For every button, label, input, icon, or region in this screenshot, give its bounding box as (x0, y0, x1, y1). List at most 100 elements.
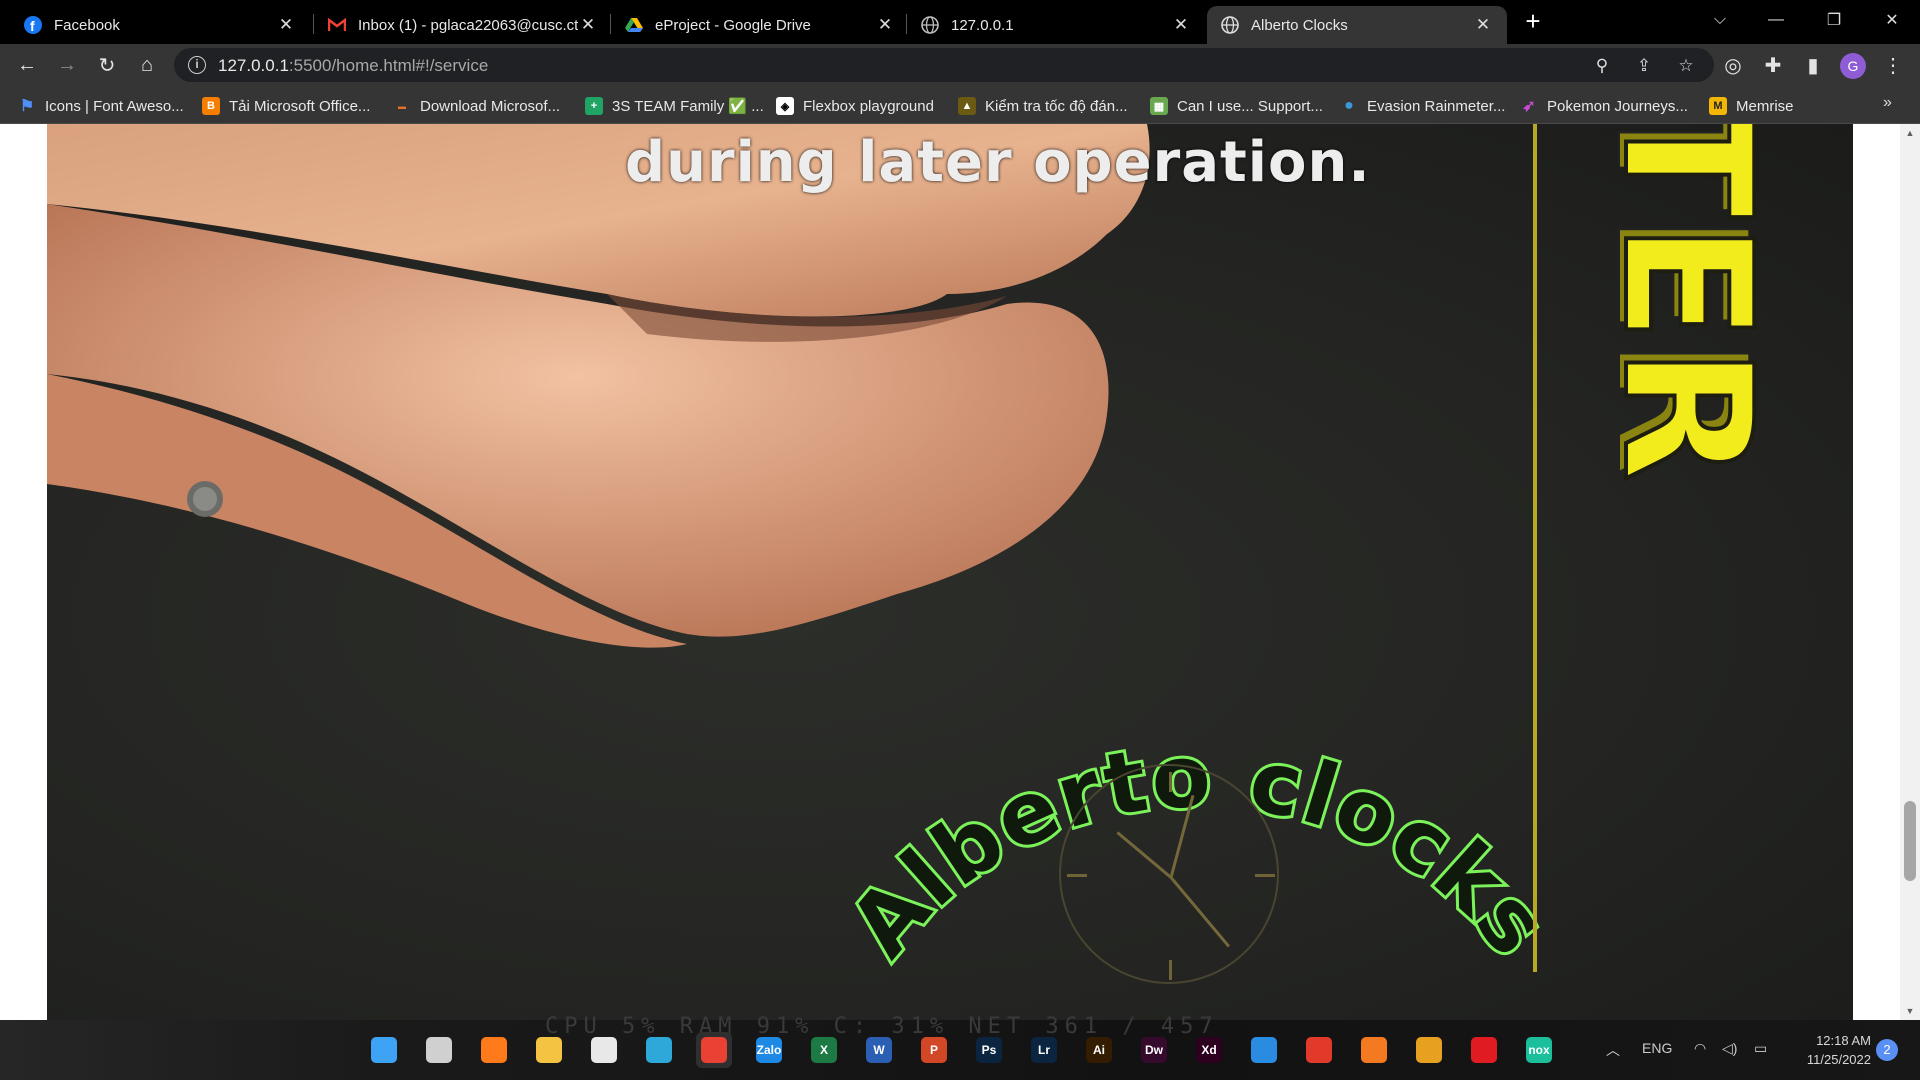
xampp-icon[interactable] (1356, 1032, 1392, 1068)
back-arrow-icon[interactable]: ← (12, 50, 42, 80)
site-info-icon[interactable]: i (188, 56, 206, 74)
bookmark-item[interactable]: ⚑ Icons | Font Aweso... (18, 95, 184, 117)
photoshop-icon[interactable]: Ps (971, 1032, 1007, 1068)
lightroom-icon[interactable]: Lr (1026, 1032, 1062, 1068)
extensions-puzzle-icon[interactable]: ✚ (1758, 50, 1788, 80)
globe-icon (921, 16, 939, 34)
bookmark-label: 3S TEAM Family ✅ ... (612, 98, 764, 115)
task-view-icon[interactable] (421, 1032, 457, 1068)
app-glyph: W (866, 1037, 892, 1063)
bookmark-label: Can I use... Support... (1177, 97, 1323, 115)
clock-time: 12:18 AM (1816, 1033, 1871, 1048)
store-icon[interactable] (586, 1032, 622, 1068)
office-icon[interactable] (1301, 1032, 1337, 1068)
windows-start-icon[interactable] (366, 1032, 402, 1068)
xd-icon[interactable]: Xd (1191, 1032, 1227, 1068)
profile-avatar[interactable]: G (1840, 53, 1866, 79)
bookmark-item[interactable]: +3S TEAM Family ✅ ... (585, 95, 764, 117)
flag-icon: ⚑ (19, 98, 35, 115)
powerpoint-icon[interactable]: P (916, 1032, 952, 1068)
illustrator-icon[interactable]: Ai (1081, 1032, 1117, 1068)
notification-badge[interactable]: 2 (1876, 1039, 1898, 1061)
scroll-up-icon[interactable]: ▲ (1900, 128, 1920, 138)
page-viewport: Alberto clocks during later operation. T… (0, 124, 1920, 1020)
tab-title: Alberto Clocks (1251, 16, 1348, 34)
vertical-title-text: TER (1582, 124, 1791, 488)
bookmarks-overflow-icon[interactable]: » (1883, 94, 1892, 112)
new-tab-button[interactable]: + (1519, 8, 1547, 36)
menu-kebab-icon[interactable]: ⋮ (1878, 50, 1908, 80)
close-icon[interactable]: ✕ (875, 15, 895, 35)
bookmark-star-icon[interactable]: ☆ (1674, 54, 1698, 78)
app-glyph (1471, 1037, 1497, 1063)
filezilla-icon[interactable] (1411, 1032, 1447, 1068)
bookmark-item[interactable]: ▦ Can I use... Support... (1150, 95, 1323, 117)
side-panel-icon[interactable]: ▮ (1798, 50, 1828, 80)
vscode-icon[interactable] (1246, 1032, 1282, 1068)
bookmark-item[interactable]: ▲ Kiểm tra tốc độ đán... (958, 95, 1128, 117)
zalo-icon[interactable]: Zalo (751, 1032, 787, 1068)
page-scrollbar[interactable]: ▲ ▼ (1900, 124, 1920, 1020)
reload-icon[interactable]: ↻ (92, 50, 122, 80)
bookmark-item[interactable]: ➶ Pokemon Journeys... (1520, 95, 1688, 117)
forward-arrow-icon[interactable]: → (52, 50, 82, 80)
bookmark-label: Pokemon Journeys... (1547, 97, 1688, 115)
close-icon[interactable]: ✕ (1473, 15, 1493, 35)
edge-icon[interactable] (641, 1032, 677, 1068)
tab-google-drive[interactable]: eProject - Google Drive ✕ (611, 6, 909, 44)
nox-icon[interactable]: nox (1521, 1032, 1557, 1068)
app-glyph (1306, 1037, 1332, 1063)
excel-icon[interactable]: X (806, 1032, 842, 1068)
chrome-icon[interactable] (696, 1032, 732, 1068)
facebook-icon: f (24, 16, 42, 34)
close-icon[interactable]: ✕ (578, 15, 598, 35)
tab-facebook[interactable]: f Facebook ✕ (10, 6, 310, 44)
bookmarks-bar: ⚑ Icons | Font Aweso... B Tải Microsoft Of… (0, 86, 1920, 124)
app-glyph: Zalo (756, 1037, 782, 1063)
site-icon: ▬ (398, 101, 406, 111)
garena-icon[interactable] (1466, 1032, 1502, 1068)
address-bar[interactable]: i 127.0.0.1:5500/home.html#!/service ⚲ ⇪… (174, 48, 1714, 82)
tab-gmail[interactable]: Inbox (1) - pglaca22063@cusc.ctu ✕ (314, 6, 612, 44)
tab-search-chevron-icon[interactable]: ⌵ (1692, 0, 1748, 40)
bookmark-item[interactable]: B Tải Microsoft Office... (202, 95, 370, 117)
app-glyph (536, 1037, 562, 1063)
close-icon[interactable]: ✕ (276, 15, 296, 35)
bookmark-item[interactable]: M Memrise (1709, 95, 1794, 117)
dreamweaver-icon[interactable]: Dw (1136, 1032, 1172, 1068)
tab-localhost[interactable]: 127.0.0.1 ✕ (907, 6, 1205, 44)
scrollbar-thumb[interactable] (1904, 801, 1916, 881)
taskbar-clock[interactable]: 12:18 AM 11/25/2022 (1791, 1031, 1871, 1069)
hero-caption: during later operation. (625, 130, 1371, 195)
google-drive-icon (625, 16, 643, 34)
bookmark-item[interactable]: ● Evasion Rainmeter... (1340, 95, 1505, 117)
share-icon[interactable]: ⇪ (1632, 54, 1656, 78)
volume-icon[interactable]: ◁) (1722, 1040, 1737, 1057)
close-window-icon[interactable]: ✕ (1864, 0, 1920, 40)
bookmark-label: Download Microsof... (420, 97, 561, 115)
wifi-icon[interactable]: ◠ (1694, 1040, 1706, 1057)
clock-icon (1059, 764, 1279, 984)
scroll-down-icon[interactable]: ▼ (1900, 1006, 1920, 1016)
extension-compass-icon[interactable]: ◎ (1718, 50, 1748, 80)
battery-icon[interactable]: ▭ (1754, 1040, 1767, 1057)
close-icon[interactable]: ✕ (1171, 15, 1191, 35)
app-glyph (426, 1037, 452, 1063)
button-stud-highlight (193, 487, 217, 511)
chevron-up-icon[interactable]: ︿ (1606, 1040, 1620, 1060)
bookmark-item[interactable]: ◈ Flexbox playground (776, 95, 934, 117)
bookmark-item[interactable]: ▬ Download Microsof... (393, 95, 560, 117)
tab-title: Inbox (1) - pglaca22063@cusc.ctu (358, 16, 578, 34)
restore-icon[interactable]: ❐ (1806, 0, 1862, 40)
bookmark-label: Kiểm tra tốc độ đán... (985, 97, 1128, 115)
word-icon[interactable]: W (861, 1032, 897, 1068)
tab-alberto-clocks[interactable]: Alberto Clocks ✕ (1207, 6, 1507, 44)
home-icon[interactable]: ⌂ (132, 50, 162, 80)
zoom-icon[interactable]: ⚲ (1590, 54, 1614, 78)
language-indicator[interactable]: ENG (1642, 1040, 1672, 1056)
minimize-icon[interactable]: — (1748, 0, 1804, 40)
address-url[interactable]: 127.0.0.1:5500/home.html#!/service (218, 56, 488, 76)
firefox-icon[interactable] (476, 1032, 512, 1068)
file-explorer-icon[interactable] (531, 1032, 567, 1068)
app-glyph (1361, 1037, 1387, 1063)
